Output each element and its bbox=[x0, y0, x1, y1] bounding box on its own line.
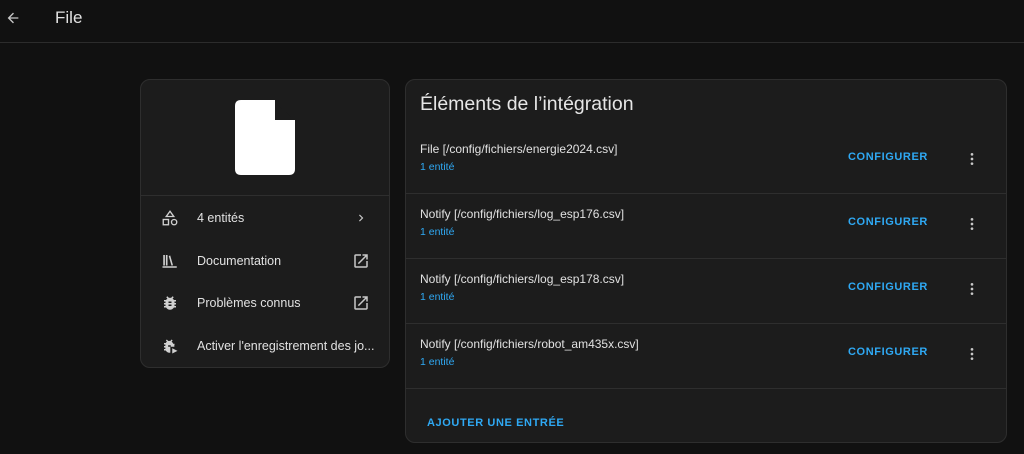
list-item[interactable]: Notify [/config/fichiers/log_esp178.csv]… bbox=[406, 259, 1006, 324]
enable-debug-logging-label: Activer l'enregistrement des jo... bbox=[197, 339, 375, 353]
known-issues-label: Problèmes connus bbox=[197, 296, 301, 310]
open-in-new-icon bbox=[351, 251, 371, 271]
configure-button[interactable]: CONFIGURER bbox=[848, 216, 928, 228]
back-button[interactable] bbox=[0, 4, 26, 32]
overflow-menu-button[interactable] bbox=[962, 212, 982, 236]
dots-vertical-icon bbox=[970, 348, 974, 360]
documentation-link[interactable]: Documentation bbox=[141, 240, 389, 282]
entities-label: 4 entités bbox=[197, 211, 245, 225]
entry-entity-count-link[interactable]: 1 entité bbox=[420, 291, 454, 303]
entry-title: Notify [/config/fichiers/robot_am435x.cs… bbox=[420, 337, 639, 351]
known-issues-link[interactable]: Problèmes connus bbox=[141, 282, 389, 324]
entry-title: Notify [/config/fichiers/log_esp178.csv] bbox=[420, 272, 625, 286]
entry-entity-count-link[interactable]: 1 entité bbox=[420, 356, 454, 368]
bug-play-icon bbox=[160, 336, 180, 356]
dots-vertical-icon bbox=[970, 218, 974, 230]
documentation-label: Documentation bbox=[197, 254, 282, 268]
enable-debug-logging-link[interactable]: Activer l'enregistrement des jo... bbox=[141, 325, 389, 367]
integration-logo bbox=[141, 80, 389, 196]
dots-vertical-icon bbox=[970, 153, 974, 165]
entry-entity-count-link[interactable]: 1 entité bbox=[420, 226, 454, 238]
bookshelf-icon bbox=[160, 251, 180, 271]
overflow-menu-button[interactable] bbox=[962, 147, 982, 171]
top-app-bar: File bbox=[0, 0, 1024, 43]
dots-vertical-icon bbox=[970, 283, 974, 295]
add-entry-button[interactable]: AJOUTER UNE ENTRÉE bbox=[427, 417, 564, 429]
integration-info-card: 4 entités Documentation Problèmes connus bbox=[140, 79, 390, 368]
entities-link[interactable]: 4 entités bbox=[141, 197, 389, 239]
configure-button[interactable]: CONFIGURER bbox=[848, 281, 928, 293]
integration-entries-card: Éléments de l’intégration File [/config/… bbox=[405, 79, 1007, 443]
entry-title: Notify [/config/fichiers/log_esp176.csv] bbox=[420, 207, 625, 221]
list-item[interactable]: Notify [/config/fichiers/robot_am435x.cs… bbox=[406, 324, 1006, 389]
list-item[interactable]: Notify [/config/fichiers/log_esp176.csv]… bbox=[406, 194, 1006, 259]
entry-title: File [/config/fichiers/energie2024.csv] bbox=[420, 142, 618, 156]
shapes-icon bbox=[160, 208, 180, 228]
overflow-menu-button[interactable] bbox=[962, 342, 982, 366]
list-item[interactable]: File [/config/fichiers/energie2024.csv] … bbox=[406, 129, 1006, 194]
bug-icon bbox=[160, 293, 180, 313]
configure-button[interactable]: CONFIGURER bbox=[848, 151, 928, 163]
entry-entity-count-link[interactable]: 1 entité bbox=[420, 161, 454, 173]
arrow-left-icon bbox=[7, 12, 19, 24]
open-in-new-icon bbox=[351, 293, 371, 313]
file-document-icon bbox=[235, 100, 295, 175]
overflow-menu-button[interactable] bbox=[962, 277, 982, 301]
chevron-right-icon bbox=[351, 208, 371, 228]
entries-card-title: Éléments de l’intégration bbox=[420, 93, 634, 115]
configure-button[interactable]: CONFIGURER bbox=[848, 346, 928, 358]
page-title: File bbox=[55, 8, 83, 27]
